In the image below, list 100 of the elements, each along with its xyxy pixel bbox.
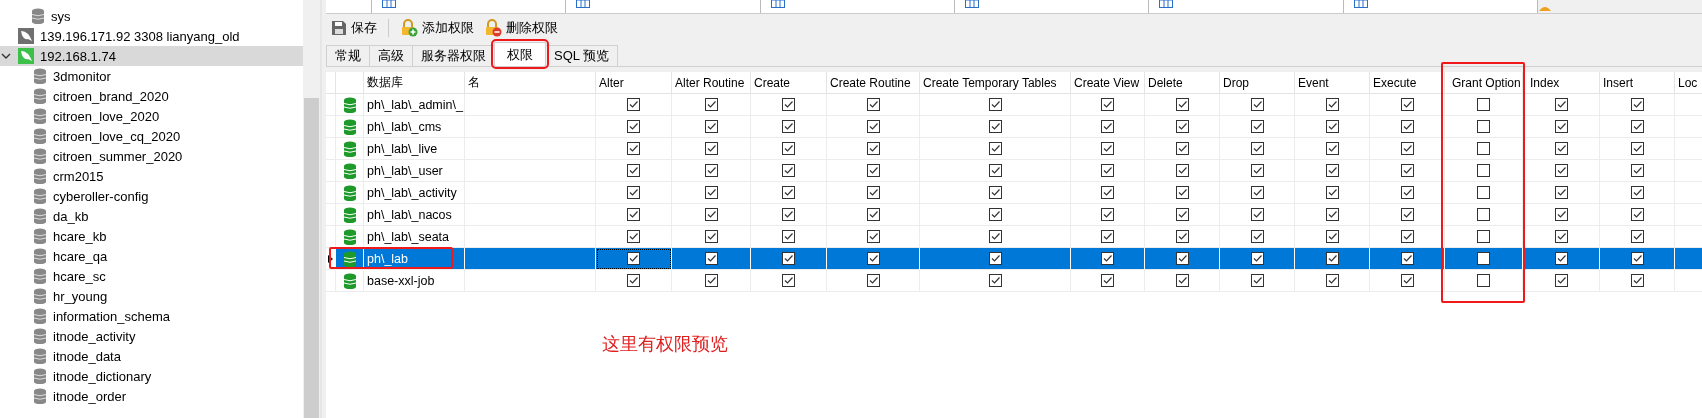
- checkbox[interactable]: [704, 142, 718, 155]
- toolbar-button[interactable]: 添加权限: [397, 17, 477, 39]
- checkbox[interactable]: [1630, 186, 1644, 199]
- checkbox[interactable]: [704, 164, 718, 177]
- column-header[interactable]: Execute: [1370, 72, 1445, 94]
- checkbox[interactable]: [1630, 142, 1644, 155]
- checkbox[interactable]: [1325, 208, 1339, 221]
- tab[interactable]: 常规: [326, 45, 370, 66]
- table-row[interactable]: ph\_lab\_live: [326, 138, 1702, 160]
- checkbox[interactable]: [1630, 120, 1644, 133]
- checkbox[interactable]: [627, 164, 640, 177]
- checkbox[interactable]: [988, 186, 1002, 199]
- toolbar-button[interactable]: 删除权限: [481, 17, 561, 39]
- checkbox[interactable]: [782, 252, 795, 265]
- checkbox[interactable]: [627, 274, 640, 287]
- tree-item[interactable]: crm2015: [0, 166, 303, 186]
- checkbox[interactable]: [1175, 252, 1189, 265]
- column-header[interactable]: Drop: [1220, 72, 1295, 94]
- checkbox[interactable]: [1554, 230, 1568, 243]
- checkbox[interactable]: [1250, 274, 1264, 287]
- checkbox[interactable]: [1250, 142, 1264, 155]
- table-row[interactable]: ph\_lab\_cms: [326, 116, 1702, 138]
- checkbox[interactable]: [1477, 208, 1490, 221]
- checkbox[interactable]: [1554, 98, 1568, 111]
- checkbox[interactable]: [1175, 120, 1189, 133]
- checkbox[interactable]: [988, 274, 1002, 287]
- checkbox[interactable]: [866, 186, 880, 199]
- checkbox[interactable]: [1250, 208, 1264, 221]
- checkbox[interactable]: [988, 230, 1002, 243]
- checkbox[interactable]: [866, 164, 880, 177]
- checkbox[interactable]: [1325, 142, 1339, 155]
- checkbox[interactable]: [1477, 98, 1490, 111]
- checkbox[interactable]: [1325, 120, 1339, 133]
- tab[interactable]: 权限: [494, 42, 546, 66]
- checkbox[interactable]: [1554, 120, 1568, 133]
- checkbox[interactable]: [704, 120, 718, 133]
- table-row[interactable]: ph\_lab\_admin\_: [326, 94, 1702, 116]
- checkbox[interactable]: [1175, 98, 1189, 111]
- tree-item[interactable]: hr_young: [0, 286, 303, 306]
- tree-item[interactable]: cyberoller-config: [0, 186, 303, 206]
- checkbox[interactable]: [866, 98, 880, 111]
- checkbox[interactable]: [1325, 252, 1339, 265]
- checkbox[interactable]: [1250, 252, 1264, 265]
- tab[interactable]: 服务器权限: [412, 45, 495, 66]
- column-header[interactable]: Event: [1295, 72, 1370, 94]
- checkbox[interactable]: [704, 274, 718, 287]
- checkbox[interactable]: [782, 230, 795, 243]
- checkbox[interactable]: [988, 98, 1002, 111]
- tree-item[interactable]: 3dmonitor: [0, 66, 303, 86]
- tree-item[interactable]: itnode_activity: [0, 326, 303, 346]
- tree-item[interactable]: itnode_order: [0, 386, 303, 406]
- column-header[interactable]: Alter Routine: [672, 72, 751, 94]
- checkbox[interactable]: [1325, 274, 1339, 287]
- tree-item[interactable]: information_schema: [0, 306, 303, 326]
- checkbox[interactable]: [704, 230, 718, 243]
- checkbox[interactable]: [1400, 120, 1414, 133]
- checkbox[interactable]: [627, 98, 640, 111]
- column-header[interactable]: 名: [465, 72, 596, 94]
- table-row[interactable]: ph\_lab: [326, 248, 1702, 270]
- chevron-icon[interactable]: [1, 51, 11, 61]
- checkbox[interactable]: [1325, 186, 1339, 199]
- checkbox[interactable]: [866, 142, 880, 155]
- checkbox[interactable]: [1400, 208, 1414, 221]
- checkbox[interactable]: [1554, 252, 1568, 265]
- checkbox[interactable]: [782, 186, 795, 199]
- checkbox[interactable]: [1325, 230, 1339, 243]
- checkbox[interactable]: [1101, 164, 1114, 177]
- column-header[interactable]: Create: [751, 72, 827, 94]
- checkbox[interactable]: [1250, 186, 1264, 199]
- checkbox[interactable]: [782, 142, 795, 155]
- column-header[interactable]: Alter: [596, 72, 672, 94]
- checkbox[interactable]: [1630, 208, 1644, 221]
- column-header[interactable]: Create View: [1071, 72, 1145, 94]
- checkbox[interactable]: [988, 120, 1002, 133]
- checkbox[interactable]: [988, 252, 1002, 265]
- column-header[interactable]: 数据库: [364, 72, 465, 94]
- checkbox[interactable]: [1400, 164, 1414, 177]
- checkbox[interactable]: [1175, 186, 1189, 199]
- column-header[interactable]: Index: [1523, 72, 1600, 94]
- tree-item[interactable]: itnode_data: [0, 346, 303, 366]
- checkbox[interactable]: [1554, 208, 1568, 221]
- checkbox[interactable]: [627, 120, 640, 133]
- checkbox[interactable]: [704, 208, 718, 221]
- scrollbar-thumb[interactable]: [304, 98, 319, 418]
- checkbox[interactable]: [1554, 274, 1568, 287]
- checkbox[interactable]: [1400, 98, 1414, 111]
- checkbox[interactable]: [1250, 164, 1264, 177]
- checkbox[interactable]: [1400, 252, 1414, 265]
- checkbox[interactable]: [1477, 186, 1490, 199]
- tree-item[interactable]: citroen_summer_2020: [0, 146, 303, 166]
- checkbox[interactable]: [1630, 252, 1644, 265]
- checkbox[interactable]: [782, 208, 795, 221]
- checkbox[interactable]: [1630, 98, 1644, 111]
- checkbox[interactable]: [1477, 230, 1490, 243]
- checkbox[interactable]: [782, 274, 795, 287]
- tree-item[interactable]: itnode_dictionary: [0, 366, 303, 386]
- checkbox[interactable]: [1325, 98, 1339, 111]
- column-header[interactable]: Create Temporary Tables: [920, 72, 1071, 94]
- checkbox[interactable]: [1101, 208, 1114, 221]
- tree-item[interactable]: hcare_qa: [0, 246, 303, 266]
